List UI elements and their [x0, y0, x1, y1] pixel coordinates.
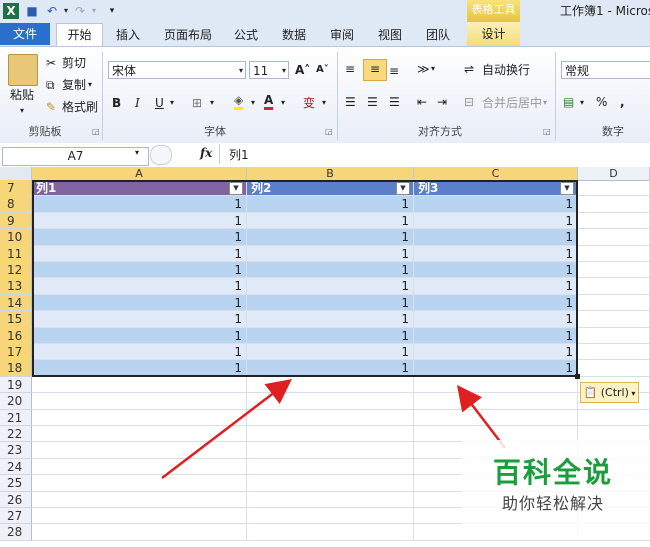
watermark-box — [462, 440, 650, 540]
watermark-title: 百科全说 — [492, 456, 613, 489]
watermark-subtitle: 助你轻松解决 — [501, 494, 604, 513]
red-arrow-left — [161, 378, 292, 479]
